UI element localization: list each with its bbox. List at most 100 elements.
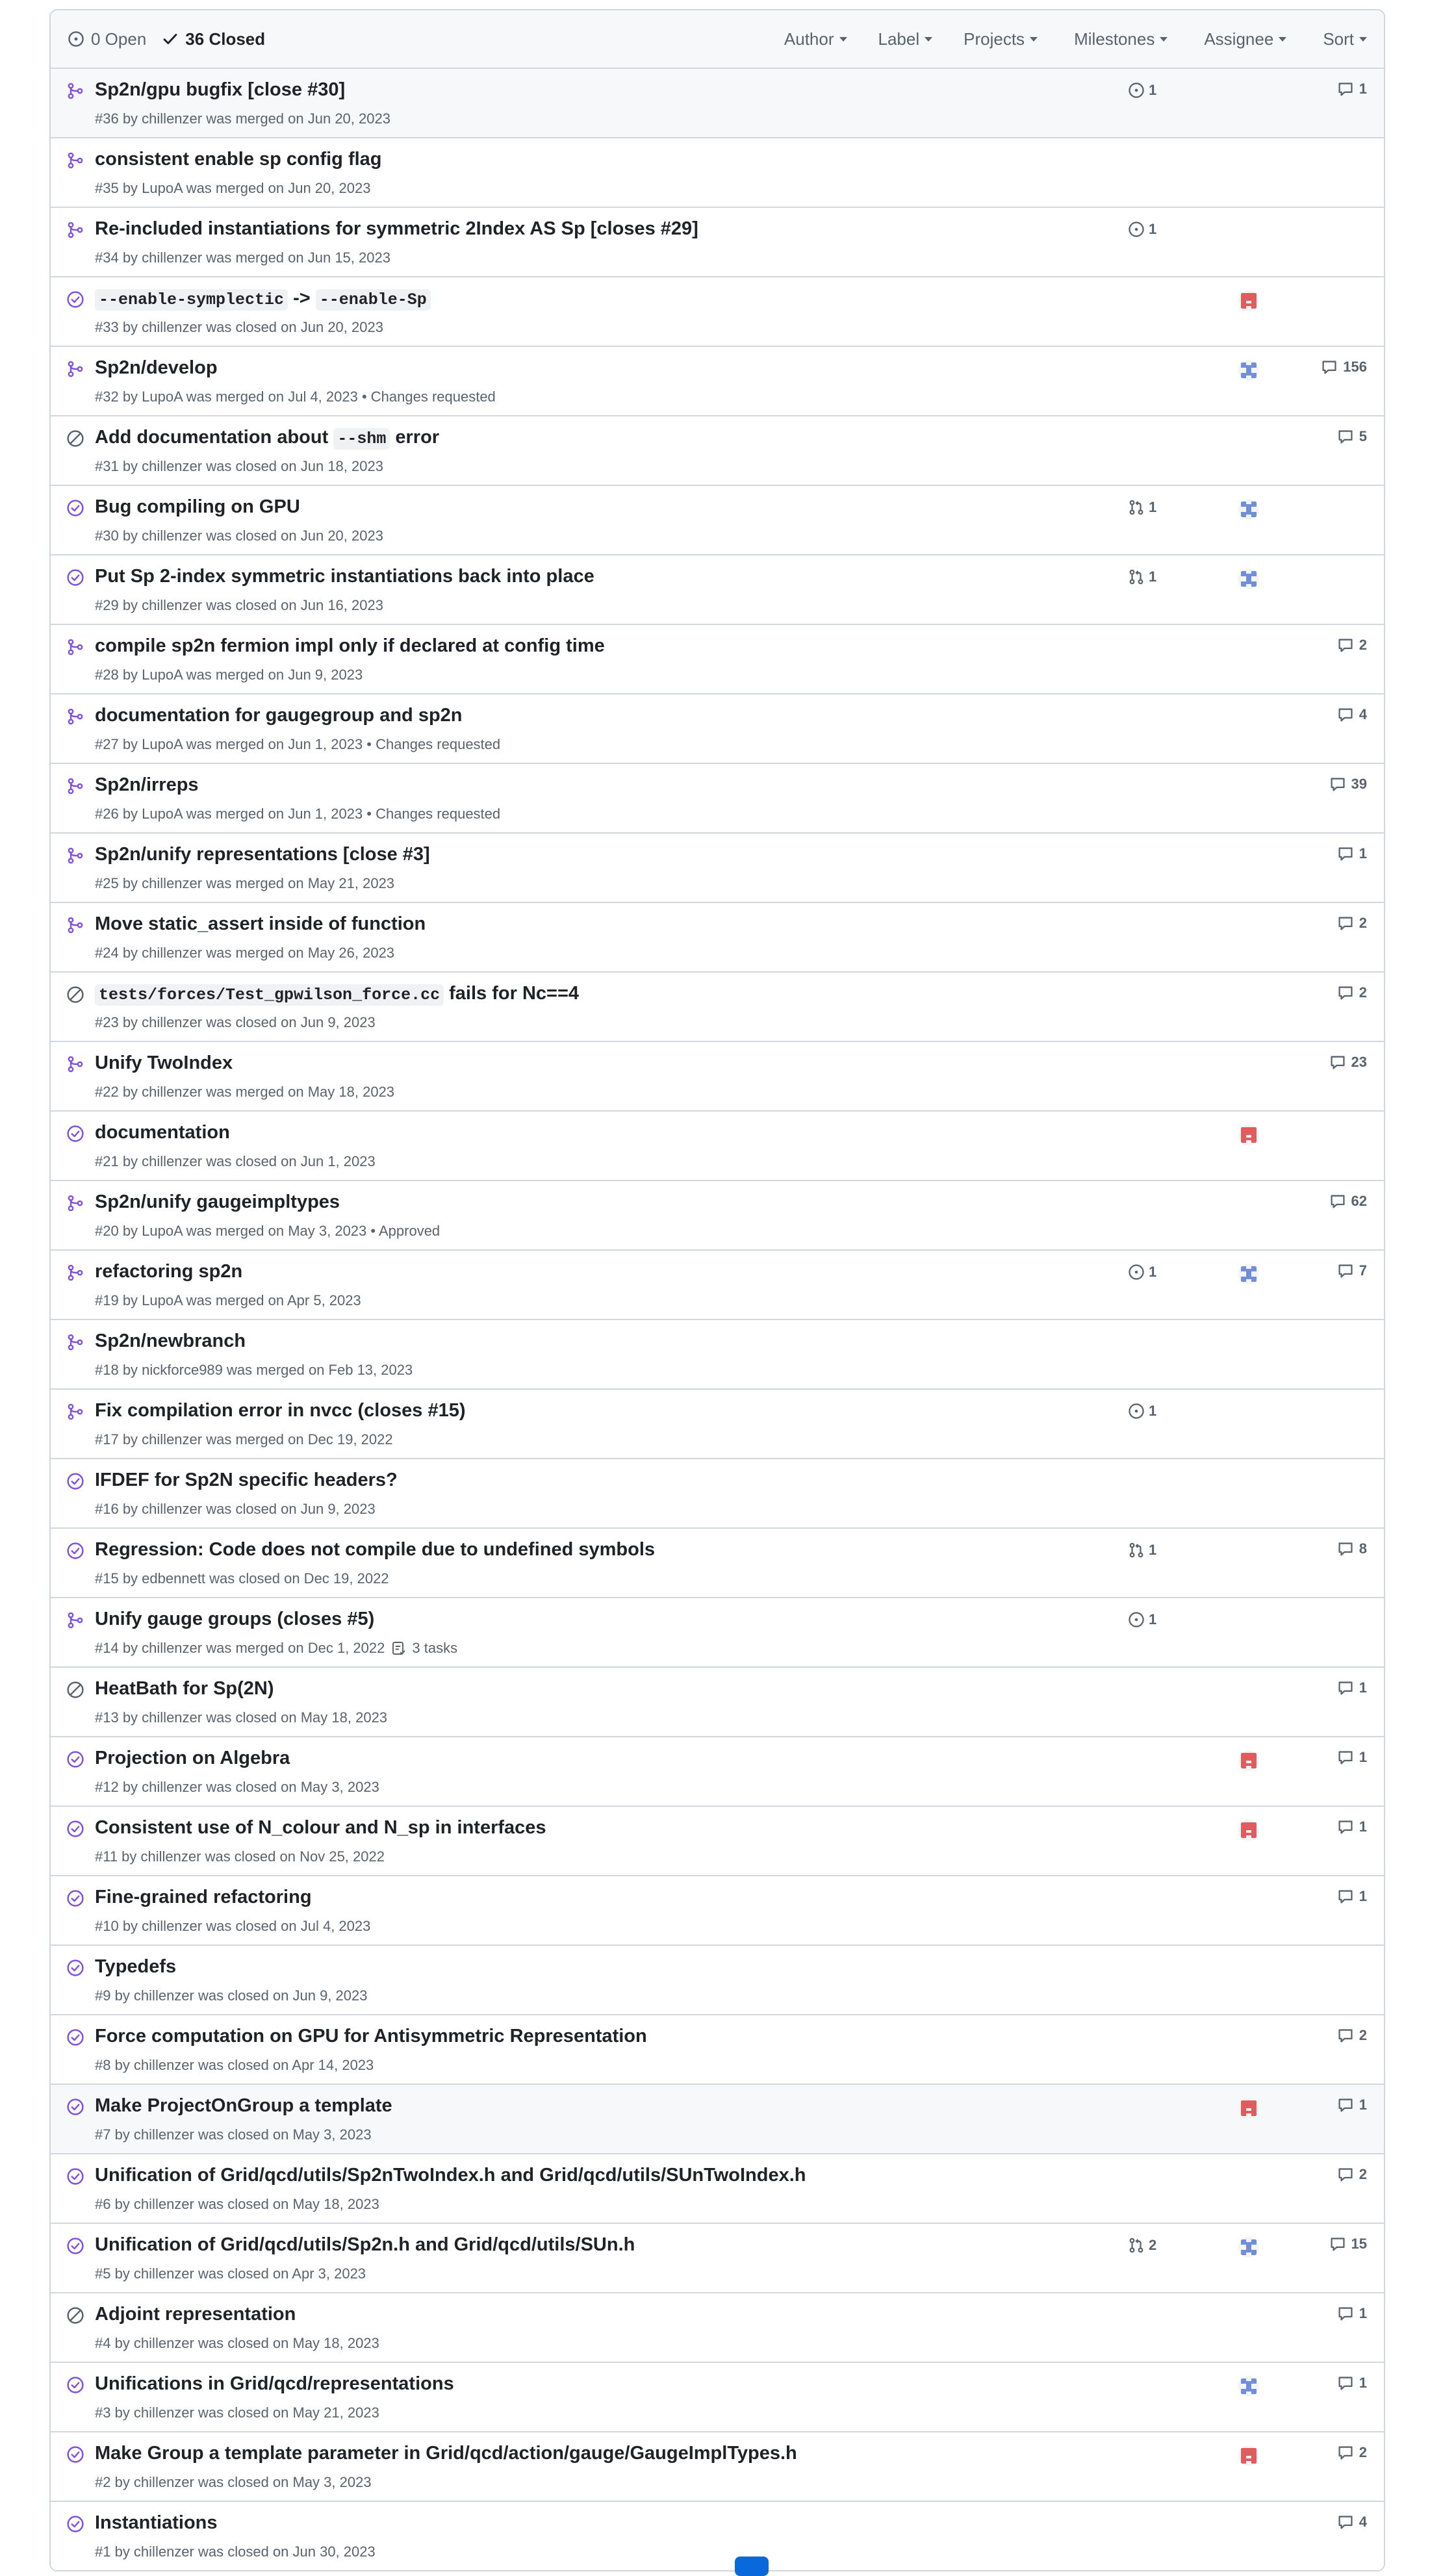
list-item[interactable]: Unify gauge groups (closes #5) #14 by chi… xyxy=(51,1598,1384,1668)
list-item[interactable]: consistent enable sp config flag #35 by L… xyxy=(51,138,1384,208)
list-item[interactable]: Fine-grained refactoring #10 by chillenze… xyxy=(51,1876,1384,1946)
comment-count[interactable]: 2 xyxy=(1337,2027,1367,2044)
item-title[interactable]: --enable-symplectic -> --enable-Sp xyxy=(95,288,431,311)
item-title[interactable]: Typedefs xyxy=(95,1956,176,1978)
list-item[interactable]: Sp2n/unify representations [close #3] #25… xyxy=(51,834,1384,903)
item-title[interactable]: Sp2n/unify representations [close #3] xyxy=(95,844,430,865)
comment-count[interactable]: 1 xyxy=(1337,2097,1367,2113)
assignee-avatar-blue[interactable] xyxy=(1238,2376,1259,2397)
list-item[interactable]: Make ProjectOnGroup a template #7 by chil… xyxy=(51,2085,1384,2154)
list-item[interactable]: refactoring sp2n #19 by LupoA was merged … xyxy=(51,1251,1384,1320)
list-item[interactable]: Sp2n/newbranch #18 by nickforce989 was me… xyxy=(51,1320,1384,1390)
item-title[interactable]: IFDEF for Sp2N specific headers? xyxy=(95,1470,398,1491)
list-item[interactable]: Unification of Grid/qcd/utils/Sp2n.h and… xyxy=(51,2224,1384,2293)
item-title[interactable]: tests/forces/Test_gpwilson_force.cc fail… xyxy=(95,983,579,1006)
comment-count[interactable]: 1 xyxy=(1337,1679,1367,1696)
list-item[interactable]: Sp2n/irreps #26 by LupoA was merged on Ju… xyxy=(51,764,1384,834)
item-title[interactable]: Bug compiling on GPU xyxy=(95,496,300,518)
list-item[interactable]: Move static_assert inside of function #24… xyxy=(51,903,1384,973)
item-title[interactable]: Unify TwoIndex xyxy=(95,1052,233,1074)
list-item[interactable]: Force computation on GPU for Antisymmetr… xyxy=(51,2015,1384,2085)
list-item[interactable]: compile sp2n fermion impl only if declar… xyxy=(51,625,1384,695)
assignee-avatar-blue[interactable] xyxy=(1238,568,1259,589)
item-title[interactable]: HeatBath for Sp(2N) xyxy=(95,1678,274,1700)
assignee-avatar-red[interactable] xyxy=(1238,1820,1259,1841)
list-item[interactable]: Projection on Algebra #12 by chillenzer w… xyxy=(51,1737,1384,1807)
item-title[interactable]: Projection on Algebra xyxy=(95,1748,290,1769)
item-title[interactable]: Sp2n/unify gaugeimpltypes xyxy=(95,1192,340,1213)
list-item[interactable]: Adjoint representation #4 by chillenzer w… xyxy=(51,2293,1384,2363)
list-item[interactable]: Instantiations #1 by chillenzer was close… xyxy=(51,2502,1384,2570)
task-progress[interactable]: 3 tasks xyxy=(391,1640,457,1657)
comment-count[interactable]: 4 xyxy=(1337,2514,1367,2531)
linked-pull-request[interactable]: 2 xyxy=(1128,2237,1156,2254)
list-item[interactable]: Unification of Grid/qcd/utils/Sp2nTwoInd… xyxy=(51,2154,1384,2224)
sort-filter[interactable]: Sort xyxy=(1323,29,1367,49)
list-item[interactable]: Add documentation about --shm error #31 b… xyxy=(51,416,1384,486)
author-filter[interactable]: Author xyxy=(784,29,847,49)
item-title[interactable]: consistent enable sp config flag xyxy=(95,149,382,170)
list-item[interactable]: Sp2n/develop #32 by LupoA was merged on J… xyxy=(51,347,1384,416)
assignee-avatar-blue[interactable] xyxy=(1238,2237,1259,2258)
list-item[interactable]: documentation #21 by chillenzer was close… xyxy=(51,1112,1384,1181)
comment-count[interactable]: 1 xyxy=(1337,1749,1367,1766)
item-title[interactable]: documentation xyxy=(95,1122,230,1143)
item-title[interactable]: Sp2n/newbranch xyxy=(95,1331,246,1352)
pagination-current-page[interactable] xyxy=(735,2557,769,2576)
comment-count[interactable]: 1 xyxy=(1337,1818,1367,1835)
item-title[interactable]: Consistent use of N_colour and N_sp in i… xyxy=(95,1817,546,1839)
comment-count[interactable]: 1 xyxy=(1337,2375,1367,2391)
list-item[interactable]: Bug compiling on GPU #30 by chillenzer wa… xyxy=(51,486,1384,555)
item-title[interactable]: Move static_assert inside of function xyxy=(95,913,426,935)
list-item[interactable]: tests/forces/Test_gpwilson_force.cc fail… xyxy=(51,973,1384,1042)
comment-count[interactable]: 1 xyxy=(1337,81,1367,97)
assignee-avatar-red[interactable] xyxy=(1238,2445,1259,2466)
linked-pull-request[interactable]: 1 xyxy=(1128,1542,1156,1559)
list-item[interactable]: Unifications in Grid/qcd/representations… xyxy=(51,2363,1384,2432)
item-title[interactable]: Sp2n/gpu bugfix [close #30] xyxy=(95,79,345,101)
linked-issue[interactable]: 1 xyxy=(1128,1611,1156,1628)
assignee-avatar-red[interactable] xyxy=(1238,1125,1259,1145)
item-title[interactable]: Instantiations xyxy=(95,2512,218,2534)
comment-count[interactable]: 39 xyxy=(1329,776,1367,793)
comment-count[interactable]: 62 xyxy=(1329,1193,1367,1210)
projects-filter[interactable]: Projects xyxy=(964,29,1038,49)
item-title[interactable]: compile sp2n fermion impl only if declar… xyxy=(95,635,605,657)
comment-count[interactable]: 4 xyxy=(1337,706,1367,723)
list-item[interactable]: Consistent use of N_colour and N_sp in i… xyxy=(51,1807,1384,1876)
item-title[interactable]: Sp2n/develop xyxy=(95,357,218,379)
list-item[interactable]: Typedefs #9 by chillenzer was closed on J… xyxy=(51,1946,1384,2015)
list-item[interactable]: Make Group a template parameter in Grid/… xyxy=(51,2432,1384,2502)
comment-count[interactable]: 1 xyxy=(1337,845,1367,862)
item-title[interactable]: Fix compilation error in nvcc (closes #1… xyxy=(95,1400,466,1422)
item-title[interactable]: Make ProjectOnGroup a template xyxy=(95,2095,392,2117)
list-item[interactable]: Re-included instantiations for symmetric… xyxy=(51,208,1384,277)
comment-count[interactable]: 2 xyxy=(1337,2166,1367,2183)
linked-pull-request[interactable]: 1 xyxy=(1128,568,1156,585)
assignee-filter[interactable]: Assignee xyxy=(1204,29,1287,49)
assignee-avatar-red[interactable] xyxy=(1238,290,1259,311)
item-title[interactable]: Unification of Grid/qcd/utils/Sp2nTwoInd… xyxy=(95,2165,806,2186)
assignee-avatar-blue[interactable] xyxy=(1238,1264,1259,1284)
item-title[interactable]: Fine-grained refactoring xyxy=(95,1887,312,1908)
comment-count[interactable]: 1 xyxy=(1337,1888,1367,1905)
linked-pull-request[interactable]: 1 xyxy=(1128,499,1156,516)
list-item[interactable]: Regression: Code does not compile due to… xyxy=(51,1529,1384,1598)
comment-count[interactable]: 23 xyxy=(1329,1054,1367,1071)
item-title[interactable]: documentation for gaugegroup and sp2n xyxy=(95,705,463,726)
item-title[interactable]: Make Group a template parameter in Grid/… xyxy=(95,2443,797,2464)
item-title[interactable]: Unification of Grid/qcd/utils/Sp2n.h and… xyxy=(95,2234,635,2256)
assignee-avatar-red[interactable] xyxy=(1238,2098,1259,2119)
comment-count[interactable]: 1 xyxy=(1337,2305,1367,2322)
assignee-avatar-blue[interactable] xyxy=(1238,499,1259,520)
open-filter[interactable]: 0 Open xyxy=(68,29,146,49)
item-title[interactable]: Adjoint representation xyxy=(95,2304,296,2325)
list-item[interactable]: Sp2n/unify gaugeimpltypes #20 by LupoA wa… xyxy=(51,1181,1384,1251)
item-title[interactable]: Put Sp 2-index symmetric instantiations … xyxy=(95,566,594,587)
comment-count[interactable]: 7 xyxy=(1337,1262,1367,1279)
item-title[interactable]: Force computation on GPU for Antisymmetr… xyxy=(95,2026,647,2047)
item-title[interactable]: Unifications in Grid/qcd/representations xyxy=(95,2373,454,2395)
assignee-avatar-red[interactable] xyxy=(1238,1750,1259,1771)
comment-count[interactable]: 2 xyxy=(1337,2444,1367,2461)
closed-filter[interactable]: 36 Closed xyxy=(162,29,265,49)
